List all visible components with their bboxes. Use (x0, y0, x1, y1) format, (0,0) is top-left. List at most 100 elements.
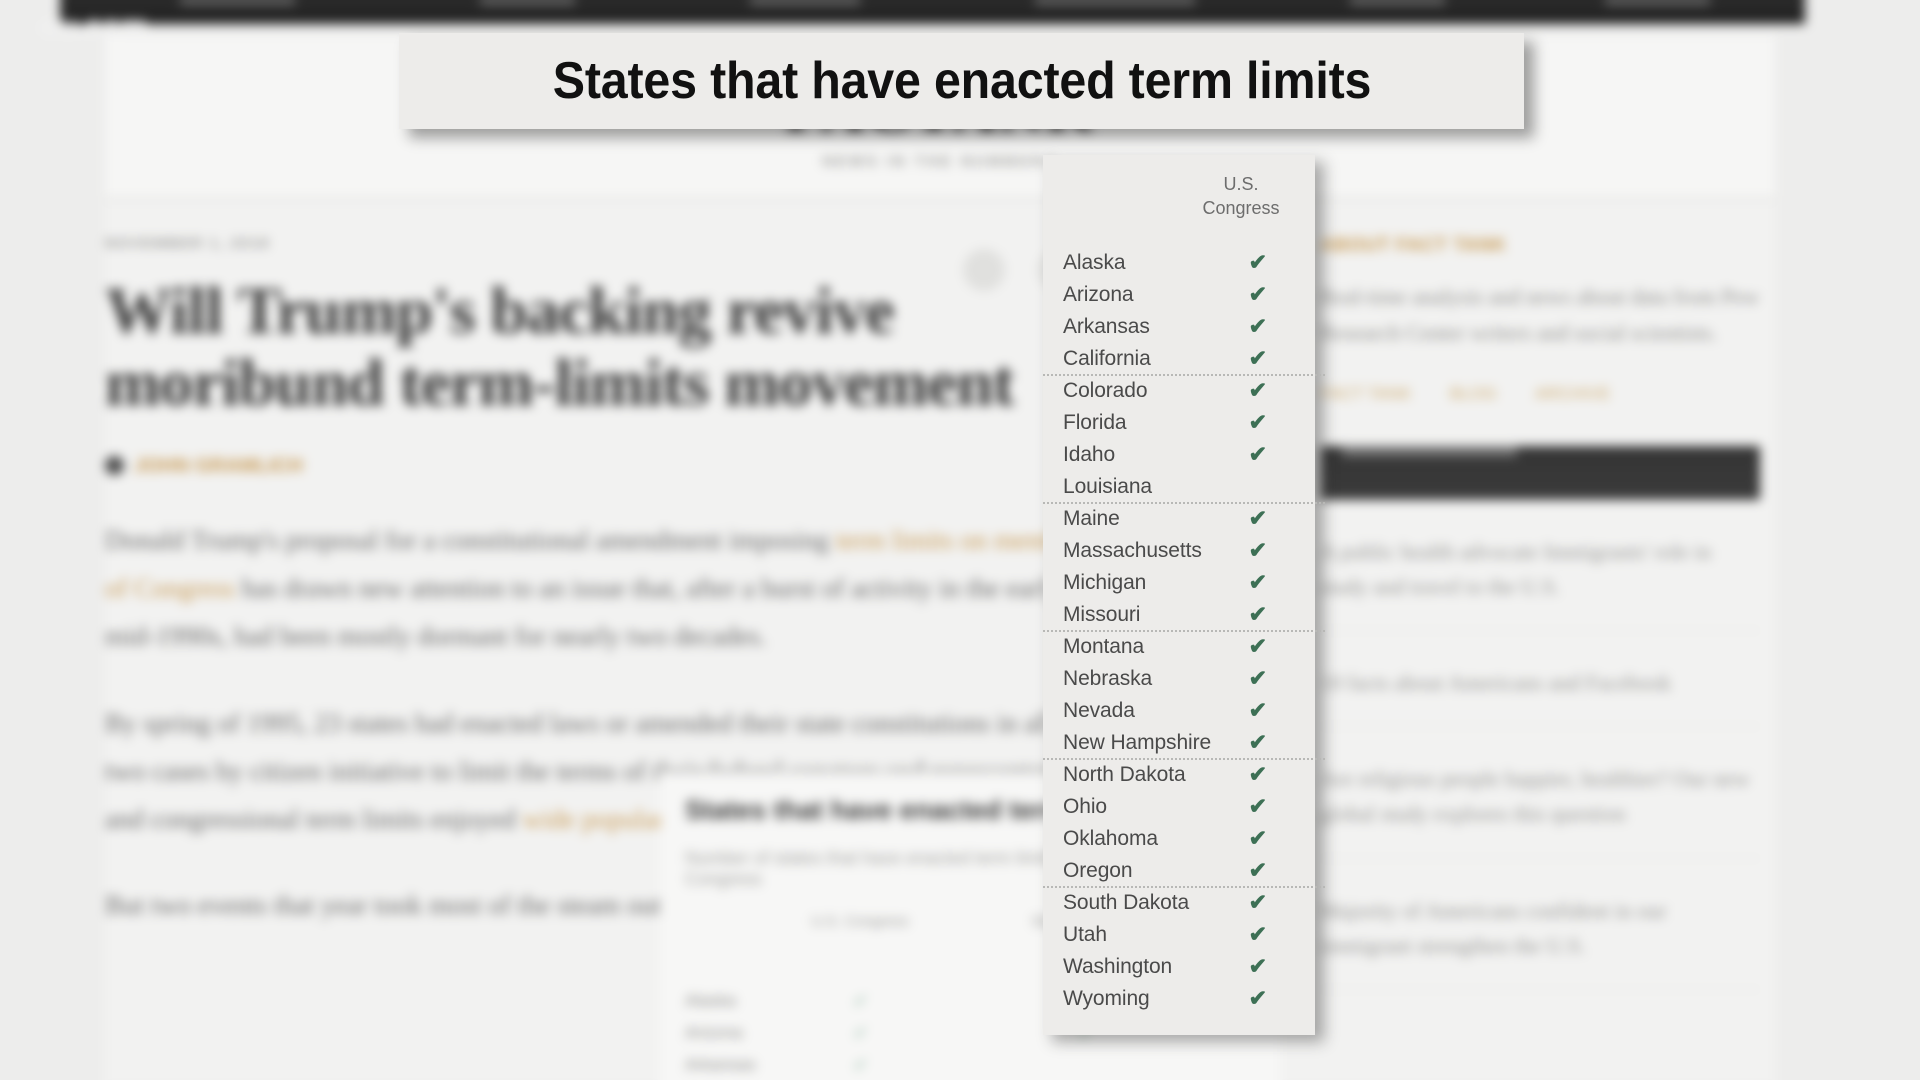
article-paragraph-1: Donald Trump's proposal for a constituti… (105, 516, 1115, 660)
sidebar-body: Real-time analysis and news about data f… (1320, 284, 1760, 346)
state-name: Michigan (1063, 571, 1147, 594)
state-name: Nebraska (1063, 667, 1153, 690)
inline-table-col1: U.S. Congress (811, 913, 909, 930)
site-navbar[interactable] (60, 0, 1805, 24)
overlay-states-panel: U.S. Congress Alaska ✔ Arizona ✔ Arkansas ✔ Ca… (1043, 155, 1325, 1035)
table-row: Nevada ✔ (1043, 695, 1315, 727)
sidebar-tag[interactable]: ARCHIVE (1535, 384, 1611, 403)
check-icon: ✔ (1248, 537, 1267, 563)
sidebar-tag[interactable]: BLOG (1450, 384, 1497, 403)
screenshot-root: ou.com FACTANK NEWS IN THE NUMBERS NOVEM… (0, 0, 1920, 1080)
inline-table-row: Arkansas (685, 1055, 756, 1074)
table-row: Florida ✔ (1043, 407, 1315, 439)
check-icon: ✔ (1248, 729, 1267, 755)
nav-item-datasets[interactable] (1350, 0, 1445, 5)
nav-item-interactives[interactable] (1035, 0, 1195, 5)
avatar (105, 456, 124, 476)
table-row: Nebraska ✔ (1043, 663, 1315, 695)
check-icon: ✔ (1248, 761, 1267, 787)
check-icon: ✔ (853, 1023, 869, 1043)
table-row: Ohio ✔ (1043, 791, 1315, 823)
check-icon: ✔ (1248, 569, 1267, 595)
share-icon[interactable] (963, 249, 1005, 291)
check-icon: ✔ (1248, 953, 1267, 979)
table-row: Idaho ✔ (1043, 439, 1315, 471)
state-name: Ohio (1063, 795, 1107, 818)
check-icon: ✔ (1248, 249, 1267, 275)
sidebar-kicker: ABOUT FACT TANK (1320, 235, 1507, 256)
check-icon: ✔ (1248, 409, 1267, 435)
check-icon: ✔ (1248, 921, 1267, 947)
state-name: Utah (1063, 923, 1107, 946)
check-icon: ✔ (1248, 281, 1267, 307)
sidebar-tags: FACT TANK BLOG ARCHIVE (1320, 384, 1760, 404)
byline-author[interactable]: JOHN GRAMLICH (134, 455, 303, 477)
state-name: Arkansas (1063, 315, 1150, 338)
state-name: Maine (1063, 507, 1120, 530)
nav-item-methods[interactable] (1605, 0, 1710, 5)
sidebar-list-item[interactable]: 10 facts about Americans and Facebook (1320, 665, 1760, 728)
sidebar-list-item[interactable]: A public health advocate Immigrants' rol… (1320, 534, 1760, 631)
check-icon: ✔ (1248, 985, 1267, 1011)
check-icon: ✔ (1248, 633, 1267, 659)
state-name: Louisiana (1063, 475, 1153, 498)
state-name: Arizona (1063, 283, 1134, 306)
check-icon: ✔ (1248, 793, 1267, 819)
check-icon: ✔ (1248, 825, 1267, 851)
check-icon: ✔ (1248, 345, 1267, 371)
check-icon: ✔ (853, 1055, 869, 1075)
check-icon: ✔ (1248, 441, 1267, 467)
page-content: FACTANK NEWS IN THE NUMBERS NOVEMBER 1, … (105, 35, 1775, 1080)
state-name: New Hampshire (1063, 731, 1212, 754)
state-name: South Dakota (1063, 891, 1190, 914)
column-header-line-2: Congress (1202, 197, 1280, 218)
table-row: California ✔ (1043, 343, 1325, 376)
nav-item-publications[interactable] (750, 0, 860, 5)
state-name: Idaho (1063, 443, 1116, 466)
sidebar-list-item[interactable]: Are religious people happier, healthier?… (1320, 761, 1760, 859)
table-row: Utah ✔ (1043, 919, 1315, 951)
state-name: Oregon (1063, 859, 1133, 882)
column-header-us-congress: U.S. Congress (1181, 173, 1301, 221)
sidebar-tag[interactable]: FACT TANK (1320, 384, 1412, 403)
check-icon: ✔ (1248, 857, 1267, 883)
table-row: North Dakota ✔ (1043, 759, 1315, 791)
table-row: Louisiana (1043, 471, 1325, 504)
nav-item-home[interactable] (180, 0, 295, 5)
table-row: Arizona ✔ (1043, 279, 1315, 311)
state-name: Washington (1063, 955, 1173, 978)
state-name: North Dakota (1063, 763, 1186, 786)
article-headline: Will Trump's backing revive moribund ter… (105, 274, 1015, 420)
nav-item-topics[interactable] (480, 0, 575, 5)
table-row: Montana ✔ (1043, 631, 1315, 663)
table-row: Missouri ✔ (1043, 599, 1325, 632)
table-row: Arkansas ✔ (1043, 311, 1315, 343)
check-icon: ✔ (853, 991, 869, 1011)
table-row: Alaska ✔ (1043, 247, 1315, 279)
table-row: South Dakota ✔ (1043, 887, 1315, 919)
table-row: Maine ✔ (1043, 503, 1315, 535)
state-name: Oklahoma (1063, 827, 1158, 850)
check-icon: ✔ (1248, 313, 1267, 339)
sidebar-list-item[interactable]: Majority of Americans confident in our i… (1320, 893, 1760, 990)
check-icon: ✔ (1248, 665, 1267, 691)
paragraph-1-text: Donald Trump's proposal for a constituti… (105, 525, 836, 556)
column-header-line-1: U.S. (1223, 174, 1259, 194)
state-name: Montana (1063, 635, 1145, 658)
check-icon: ✔ (1248, 377, 1267, 403)
state-name: Nevada (1063, 699, 1135, 722)
masthead-subtitle: NEWS IN THE NUMBERS (822, 153, 1058, 170)
paragraph-1-tail: has drawn new attention to an issue that… (105, 573, 1106, 652)
state-name: Alaska (1063, 251, 1126, 274)
table-row: Michigan ✔ (1043, 567, 1315, 599)
table-row: Oklahoma ✔ (1043, 823, 1315, 855)
table-row: Washington ✔ (1043, 951, 1315, 983)
table-row: Oregon ✔ (1043, 855, 1325, 888)
check-icon: ✔ (1248, 505, 1267, 531)
check-icon: ✔ (1248, 697, 1267, 723)
sidebar-section-label (1342, 445, 1517, 457)
check-icon: ✔ (1248, 889, 1267, 915)
table-row: Wyoming ✔ (1043, 983, 1315, 1015)
state-name: Colorado (1063, 379, 1148, 402)
inline-table-row: Alaska (685, 991, 737, 1010)
